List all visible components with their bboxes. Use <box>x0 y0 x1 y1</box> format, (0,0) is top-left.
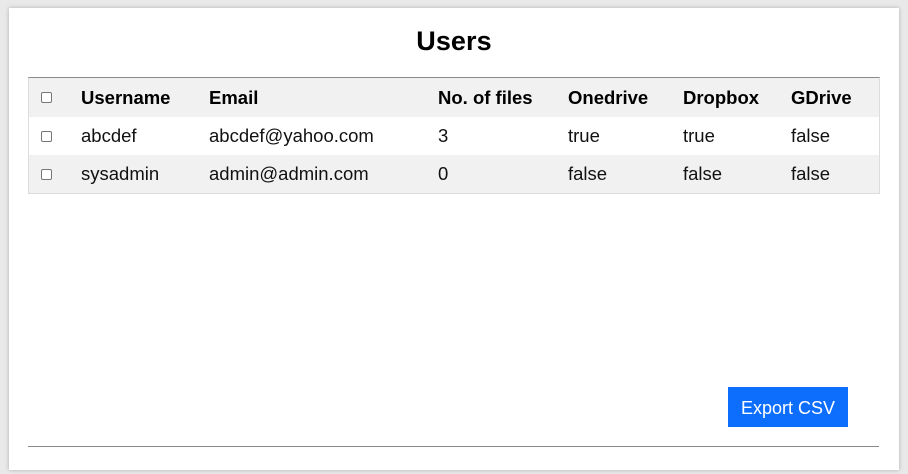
table-header-row: Username Email No. of files Onedrive Dro… <box>29 78 879 117</box>
users-table: Username Email No. of files Onedrive Dro… <box>29 78 879 193</box>
cell-onedrive: false <box>568 163 608 184</box>
column-header-dropbox[interactable]: Dropbox <box>683 78 791 117</box>
users-table-container: Username Email No. of files Onedrive Dro… <box>28 77 880 194</box>
column-header-files[interactable]: No. of files <box>438 78 568 117</box>
row-checkbox[interactable] <box>41 130 52 142</box>
export-csv-button[interactable]: Export CSV <box>728 387 848 427</box>
cell-dropbox: false <box>683 163 723 184</box>
cell-email: admin@admin.com <box>209 163 369 184</box>
cell-gdrive: false <box>791 125 831 146</box>
cell-onedrive: true <box>568 125 600 146</box>
row-select-cell <box>29 117 81 155</box>
row-checkbox[interactable] <box>41 168 52 180</box>
cell-username: sysadmin <box>81 163 160 184</box>
column-header-onedrive[interactable]: Onedrive <box>568 78 683 117</box>
page-title: Users <box>416 26 492 56</box>
cell-dropbox: true <box>683 125 715 146</box>
select-all-cell <box>29 78 81 117</box>
users-panel: Users Username Email No. of files Onedri… <box>9 8 899 470</box>
cell-gdrive: false <box>791 163 831 184</box>
column-header-email[interactable]: Email <box>209 78 438 117</box>
divider <box>28 446 879 447</box>
cell-files: 0 <box>438 163 449 184</box>
cell-username: abcdef <box>81 125 137 146</box>
column-header-gdrive[interactable]: GDrive <box>791 78 879 117</box>
select-all-checkbox[interactable] <box>41 92 52 104</box>
table-row[interactable]: sysadmin admin@admin.com 0 false false f… <box>29 155 879 193</box>
table-row[interactable]: abcdef abcdef@yahoo.com 3 true true fals… <box>29 117 879 155</box>
row-select-cell <box>29 155 81 193</box>
cell-email: abcdef@yahoo.com <box>209 125 374 146</box>
cell-files: 3 <box>438 125 449 146</box>
column-header-username[interactable]: Username <box>81 78 209 117</box>
